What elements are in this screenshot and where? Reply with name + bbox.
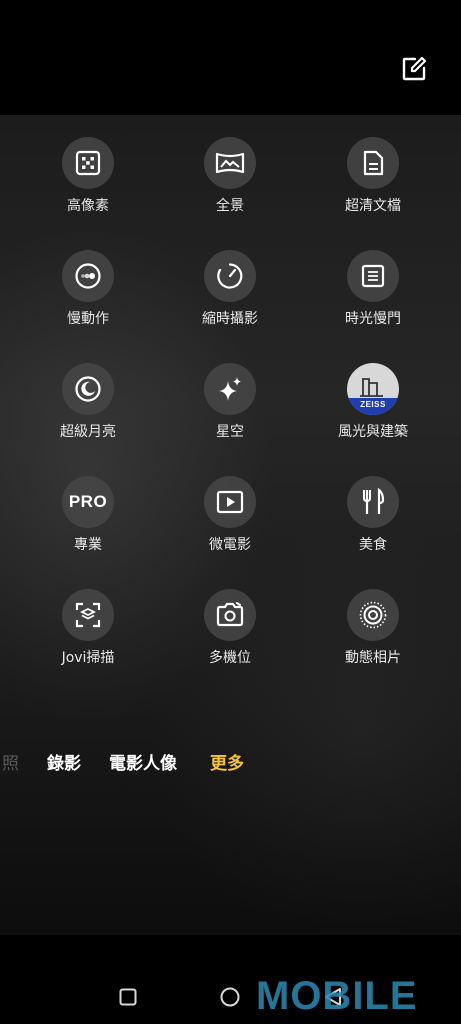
mode-label: 超清文檔 xyxy=(345,198,401,214)
circle-icon xyxy=(220,987,240,1007)
mode-micro-movie[interactable]: 微電影 xyxy=(170,476,290,554)
live-photo-icon xyxy=(347,589,399,641)
mode-slow-motion[interactable]: 慢動作 xyxy=(28,250,148,328)
mode-label: 微電影 xyxy=(209,537,251,553)
mode-label: 時光慢門 xyxy=(345,311,401,327)
mode-label: 全景 xyxy=(216,198,244,214)
pro-icon: PRO xyxy=(62,476,114,528)
top-bar xyxy=(0,0,461,115)
mode-jovi-scan[interactable]: Jovi掃描 xyxy=(28,589,148,667)
mode-slow-shutter[interactable]: 時光慢門 xyxy=(313,250,433,328)
high-pixel-icon xyxy=(62,137,114,189)
mode-label: 動態相片 xyxy=(345,650,401,666)
mode-label: 縮時攝影 xyxy=(202,311,258,327)
mode-starry-sky[interactable]: 星空 xyxy=(170,363,290,441)
mode-label: 專業 xyxy=(74,537,102,553)
modes-row: 慢動作 縮時攝影 時光慢門 xyxy=(0,250,461,363)
mode-tab-more[interactable]: 更多 xyxy=(210,751,244,777)
timelapse-icon xyxy=(204,250,256,302)
mode-label: 多機位 xyxy=(209,650,251,666)
camera-mode-bar: 照 錄影 電影人像 更多 xyxy=(0,751,461,781)
modes-grid: 高像素 全景 超清文檔 慢動作 縮時攝影 時光慢門 超級月亮 星空 ZEISS … xyxy=(0,137,461,702)
edit-icon[interactable] xyxy=(401,56,427,82)
document-icon xyxy=(347,137,399,189)
mode-pro[interactable]: PRO 專業 xyxy=(28,476,148,554)
mode-high-pixel[interactable]: 高像素 xyxy=(28,137,148,215)
mode-tab-photo-partial[interactable]: 照 xyxy=(2,751,19,777)
modes-row: Jovi掃描 多機位 動態相片 xyxy=(0,589,461,702)
recent-apps-button[interactable] xyxy=(119,988,137,1010)
slow-shutter-icon xyxy=(347,250,399,302)
slow-motion-icon xyxy=(62,250,114,302)
home-button[interactable] xyxy=(220,987,240,1011)
mode-label: 風光與建築 xyxy=(338,424,408,440)
mode-label: 慢動作 xyxy=(67,311,109,327)
zeiss-badge: ZEISS xyxy=(360,400,386,409)
modes-panel: 高像素 全景 超清文檔 慢動作 縮時攝影 時光慢門 超級月亮 星空 ZEISS … xyxy=(0,115,461,935)
mode-tab-movie-portrait[interactable]: 電影人像 xyxy=(109,751,177,777)
modes-row: 高像素 全景 超清文檔 xyxy=(0,137,461,250)
modes-row: 超級月亮 星空 ZEISS 風光與建築 xyxy=(0,363,461,476)
jovi-scan-icon xyxy=(62,589,114,641)
multi-camera-icon xyxy=(204,589,256,641)
square-icon xyxy=(119,988,137,1006)
mode-panorama[interactable]: 全景 xyxy=(170,137,290,215)
starry-sky-icon xyxy=(204,363,256,415)
mode-super-moon[interactable]: 超級月亮 xyxy=(28,363,148,441)
mode-document[interactable]: 超清文檔 xyxy=(313,137,433,215)
mode-label: 超級月亮 xyxy=(60,424,116,440)
mode-food[interactable]: 美食 xyxy=(313,476,433,554)
mode-label: 星空 xyxy=(216,424,244,440)
pro-icon-text: PRO xyxy=(68,492,108,511)
mode-tab-video[interactable]: 錄影 xyxy=(47,751,81,777)
watermark-logo: MOBILE xyxy=(256,974,418,1018)
mode-live-photo[interactable]: 動態相片 xyxy=(313,589,433,667)
zeiss-landscape-icon: ZEISS xyxy=(347,363,399,415)
panorama-icon xyxy=(204,137,256,189)
mode-multi-camera[interactable]: 多機位 xyxy=(170,589,290,667)
mode-label: 高像素 xyxy=(67,198,109,214)
moon-icon xyxy=(62,363,114,415)
food-icon xyxy=(347,476,399,528)
mode-label: Jovi掃描 xyxy=(61,650,115,666)
modes-row: PRO 專業 微電影 美食 xyxy=(0,476,461,589)
mode-label: 美食 xyxy=(359,537,387,553)
camera-more-modes-screen: 高像素 全景 超清文檔 慢動作 縮時攝影 時光慢門 超級月亮 星空 ZEISS … xyxy=(0,0,461,1024)
mode-timelapse[interactable]: 縮時攝影 xyxy=(170,250,290,328)
micro-movie-icon xyxy=(204,476,256,528)
mode-landscape-architecture[interactable]: ZEISS 風光與建築 xyxy=(313,363,433,441)
